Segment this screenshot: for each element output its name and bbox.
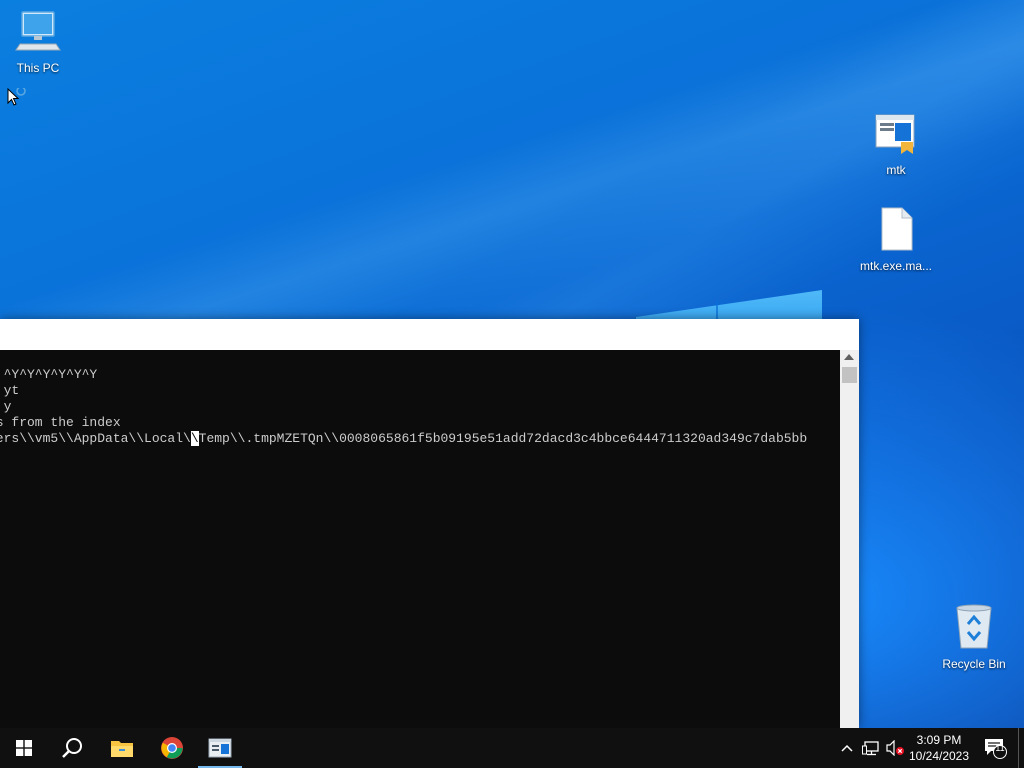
mouse-cursor-icon [7, 88, 29, 110]
network-icon [862, 740, 880, 756]
chrome-icon [160, 736, 184, 760]
scroll-up-arrow-icon[interactable] [844, 354, 854, 360]
desktop-icon-label: mtk [856, 163, 936, 177]
network-tray-button[interactable] [860, 728, 882, 768]
show-hidden-icons-button[interactable] [838, 728, 856, 768]
search-button[interactable] [48, 728, 96, 768]
console-caret: \ [191, 431, 199, 446]
console-line: : y [0, 399, 11, 414]
taskbar-chrome[interactable] [148, 728, 196, 768]
document-icon [876, 206, 916, 252]
console-vertical-scrollbar[interactable] [840, 350, 859, 728]
desktop-icon-mtk[interactable]: mtk [856, 112, 936, 177]
recycle-bin-icon [951, 602, 997, 650]
console-window[interactable]: : ^Y^Y^Y^Y^Y^Y : yt : y es from the inde… [0, 319, 859, 728]
windows-logo-icon [16, 740, 32, 756]
chevron-up-icon [841, 744, 853, 752]
console-text: : ^Y^Y^Y^Y^Y^Y : yt : y es from the inde… [0, 367, 807, 447]
scrollbar-thumb[interactable] [842, 367, 857, 383]
console-path-before-caret: sers\\vm5\\AppData\\Local\ [0, 431, 191, 446]
desktop-icon-recycle-bin[interactable]: Recycle Bin [934, 602, 1014, 671]
console-path-after-caret: Temp\\.tmpMZETQn\\0008065861f5b09195e51a… [199, 431, 808, 446]
console-line: es from the index [0, 415, 121, 430]
start-button[interactable] [0, 728, 48, 768]
console-output-area[interactable]: : ^Y^Y^Y^Y^Y^Y : yt : y es from the inde… [0, 350, 840, 728]
notification-count-badge: 11 [994, 743, 1006, 753]
terminal-icon [208, 738, 232, 758]
desktop-icon-label: Recycle Bin [934, 657, 1014, 671]
desktop-icon-label: This PC [0, 61, 78, 75]
computer-icon [14, 10, 62, 54]
taskbar: 3:09 PM 10/24/2023 11 [0, 728, 1024, 768]
desktop-icon-this-pc[interactable]: This PC [0, 10, 78, 75]
desktop-icon-label: mtk.exe.ma... [856, 259, 936, 273]
folder-icon [110, 738, 134, 758]
taskbar-clock[interactable]: 3:09 PM 10/24/2023 [902, 728, 976, 768]
taskbar-file-explorer[interactable] [98, 728, 146, 768]
search-icon [61, 737, 83, 759]
console-line: : yt [0, 383, 19, 398]
app-window-icon [873, 112, 919, 156]
console-title-bar[interactable] [0, 319, 859, 350]
action-center-button[interactable]: 11 [980, 728, 1010, 768]
show-desktop-button[interactable] [1018, 728, 1024, 768]
desktop-icon-mtk-exe-manifest[interactable]: mtk.exe.ma... [856, 206, 936, 273]
clock-time: 3:09 PM [902, 732, 976, 748]
clock-date: 10/24/2023 [902, 748, 976, 764]
console-line: : ^Y^Y^Y^Y^Y^Y [0, 367, 97, 382]
taskbar-console-app[interactable] [196, 728, 244, 768]
